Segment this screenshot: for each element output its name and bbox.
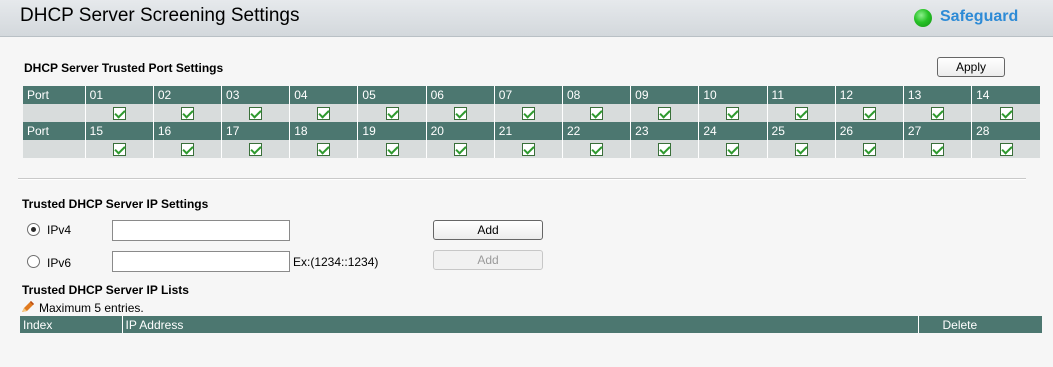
port-checkbox[interactable]	[317, 143, 331, 157]
port-checkbox[interactable]	[726, 107, 740, 121]
port-checkbox[interactable]	[931, 143, 945, 157]
port-checkbox[interactable]	[726, 143, 740, 157]
port-number: 13	[902, 86, 972, 104]
safeguard-label: Safeguard	[940, 8, 1019, 25]
port-number: 01	[84, 86, 154, 104]
port-checkbox[interactable]	[999, 143, 1013, 157]
delete-column-header: Delete	[917, 316, 1042, 333]
port-checkbox[interactable]	[112, 107, 126, 121]
port-number: 04	[289, 86, 358, 104]
port-checkbox[interactable]	[249, 143, 263, 157]
ip-settings-title: Trusted DHCP Server IP Settings	[22, 197, 209, 211]
port-number: 21	[493, 122, 563, 140]
ipv4-radio[interactable]	[27, 223, 40, 236]
port-number: 19	[357, 122, 427, 140]
max-entries-note: Maximum 5 entries.	[39, 301, 144, 315]
port-checkbox[interactable]	[794, 143, 808, 157]
port-checkbox[interactable]	[521, 107, 535, 121]
port-number: 18	[289, 122, 358, 140]
trusted-port-settings-title: DHCP Server Trusted Port Settings	[24, 61, 224, 75]
port-checkbox[interactable]	[180, 107, 194, 121]
apply-button[interactable]: Apply	[937, 57, 1005, 77]
port-header-row-2: Port 15 16 17 18 19 20 21 22 23 24 25 26…	[23, 122, 1040, 140]
port-number: 08	[561, 86, 631, 104]
port-checkbox[interactable]	[999, 107, 1013, 121]
add-ipv6-button[interactable]: Add	[433, 250, 543, 270]
ipv6-radio[interactable]	[27, 255, 40, 268]
ipv6-address-input[interactable]	[112, 251, 290, 272]
pencil-icon	[22, 301, 34, 312]
port-number: 23	[630, 122, 699, 140]
ipv6-format-hint: Ex:(1234::1234)	[293, 255, 379, 269]
port-header-row-1: Port 01 02 03 04 05 06 07 08 09 10 11 12…	[23, 86, 1040, 104]
port-checkbox[interactable]	[112, 143, 126, 157]
port-checkbox[interactable]	[385, 107, 399, 121]
port-number: 20	[425, 122, 495, 140]
port-checkbox[interactable]	[453, 107, 467, 121]
add-button[interactable]: Add	[433, 220, 543, 240]
port-checkbox[interactable]	[658, 143, 672, 157]
port-checkbox[interactable]	[590, 143, 604, 157]
port-checkbox[interactable]	[180, 143, 194, 157]
port-number: 11	[766, 86, 836, 104]
index-column-header: Index	[20, 316, 122, 333]
port-number: 15	[84, 122, 154, 140]
port-number: 28	[971, 122, 1040, 140]
main-content: DHCP Server Trusted Port Settings Apply …	[8, 37, 1045, 367]
ipv6-label: IPv6	[47, 256, 72, 270]
port-checkbox[interactable]	[453, 143, 467, 157]
section-divider	[18, 178, 1026, 180]
port-number: 05	[357, 86, 427, 104]
port-number: 25	[766, 122, 836, 140]
ipv4-label: IPv4	[47, 223, 72, 237]
port-number: 07	[493, 86, 563, 104]
ipv4-address-input[interactable]	[112, 220, 290, 241]
trusted-port-table: Port 01 02 03 04 05 06 07 08 09 10 11 12…	[23, 86, 1040, 158]
port-number: 17	[221, 122, 290, 140]
ip-lists-title: Trusted DHCP Server IP Lists	[22, 283, 189, 297]
port-number: 26	[834, 122, 904, 140]
port-number: 14	[971, 86, 1040, 104]
port-checkbox[interactable]	[521, 143, 535, 157]
port-checkbox[interactable]	[862, 107, 876, 121]
port-number: 22	[561, 122, 631, 140]
port-checkbox[interactable]	[794, 107, 808, 121]
port-number: 09	[630, 86, 699, 104]
port-number: 12	[834, 86, 904, 104]
port-number: 24	[698, 122, 768, 140]
port-number: 27	[902, 122, 972, 140]
port-number: 06	[425, 86, 495, 104]
port-row-label: Port	[23, 122, 86, 140]
port-checkbox[interactable]	[862, 143, 876, 157]
port-checkbox-row-2	[23, 140, 1040, 158]
port-number: 16	[152, 122, 222, 140]
page-title: DHCP Server Screening Settings	[20, 5, 300, 26]
port-checkbox[interactable]	[385, 143, 399, 157]
ip-list-table: Index IP Address Delete	[20, 316, 1042, 333]
ip-address-column-header: IP Address	[121, 316, 918, 333]
safeguard-status-icon	[914, 9, 932, 27]
port-checkbox-row-1	[23, 104, 1040, 122]
port-checkbox[interactable]	[931, 107, 945, 121]
port-row-label: Port	[23, 86, 86, 104]
port-checkbox[interactable]	[590, 107, 604, 121]
port-number: 03	[221, 86, 290, 104]
port-checkbox[interactable]	[317, 107, 331, 121]
port-checkbox[interactable]	[249, 107, 263, 121]
ip-list-header-row: Index IP Address Delete	[20, 316, 1042, 333]
port-number: 02	[152, 86, 222, 104]
page-header: DHCP Server Screening Settings Safeguard	[0, 0, 1053, 37]
port-checkbox[interactable]	[658, 107, 672, 121]
port-number: 10	[698, 86, 768, 104]
